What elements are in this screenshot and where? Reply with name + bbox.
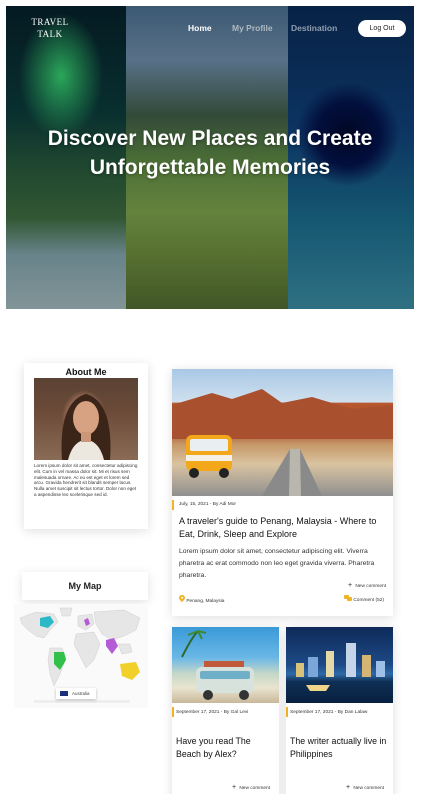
plus-icon: + [345,784,351,791]
post-meta: September 17, 2021 - By Gal Levi [176,710,249,715]
post-image-penang [172,369,393,496]
nav-home[interactable]: Home [188,23,212,33]
nav-destination[interactable]: Destination [291,23,337,33]
nav-my-profile[interactable]: My Profile [232,23,273,33]
new-comment-link[interactable]: + New comment [230,784,270,791]
world-map[interactable]: Australia [14,604,148,708]
map-greenland [59,607,73,617]
post-card-beach[interactable]: September 17, 2021 - By Gal Levi Have yo… [172,627,279,794]
post-image-city-night [286,627,393,703]
new-comment-link[interactable]: + New comment [346,582,386,589]
map-tooltip: Australia [56,688,96,699]
post-image-beach-van [172,627,279,703]
map-north-america [19,611,59,639]
post-meta: July, 15, 2021 - By Adi Mor [179,502,236,507]
map-tooltip-label: Australia [72,691,90,696]
plus-icon: + [347,582,353,589]
map-antarctica [34,700,130,703]
new-comment-label: New comment [355,584,386,589]
about-me-card: About Me Lorem ipsum dolor sit amet, con… [24,363,148,529]
post-title[interactable]: A traveler's guide to Penang, Malaysia -… [179,515,385,541]
post-image-beach-illustration [181,630,254,700]
new-comment-link[interactable]: + New comment [344,784,384,791]
brand-line-2: TALK [37,29,63,39]
new-comment-label: New comment [239,786,270,791]
plus-icon: + [231,784,237,791]
new-comment-label: New comment [353,786,384,791]
map-highlight-purple [106,638,118,654]
post-card-main[interactable]: July, 15, 2021 - By Adi Mor A traveler's… [172,369,393,616]
post-title[interactable]: Have you read The Beach by Alex? [176,735,276,761]
map-africa [73,631,101,669]
brand-logo[interactable]: TRAVEL TALK [30,16,70,40]
about-me-title: About Me [65,367,107,377]
post-location-label: Penang, Malaysia [186,599,225,604]
about-me-text: Lorem ipsum dolor sit amet, consectetur … [34,463,138,497]
profile-photo [34,378,138,460]
hero-title-line-1: Discover New Places and Create [47,127,373,150]
post-location: Penang, Malaysia [179,595,224,604]
comment-icon [344,595,352,601]
map-se-asia [117,643,133,655]
brand-line-1: TRAVEL [31,17,69,27]
location-pin-icon [179,595,185,602]
post-image-van-illustration [172,389,393,496]
post-card-philippines[interactable]: September 17, 2021 - By Dan Lalaw The wr… [286,627,393,794]
map-asia [93,609,141,641]
my-map-title: My Map [68,581,102,591]
hero-title-line-2: Unforgettable Memories [89,156,331,179]
hero-banner: TRAVEL TALK Home My Profile Destination … [6,6,414,309]
post-image-city-illustration [296,643,385,691]
post-excerpt: Lorem ipsum dolor sit amet, consectetur … [179,548,375,579]
post-meta: September 17, 2021 - By Dan Lalaw [290,710,368,715]
post-title[interactable]: The writer actually live in Philippines [290,735,390,761]
australia-flag-icon [60,691,68,696]
comments-count-label: Comment (52) [353,598,384,603]
hero-title: Discover New Places and Create Unforgett… [6,124,414,182]
logout-button[interactable]: Log Out [358,20,406,37]
comments-count[interactable]: Comment (52) [344,595,384,603]
profile-photo-illustration [61,394,111,460]
my-map-card: My Map [22,572,148,600]
map-highlight-australia [120,662,140,680]
